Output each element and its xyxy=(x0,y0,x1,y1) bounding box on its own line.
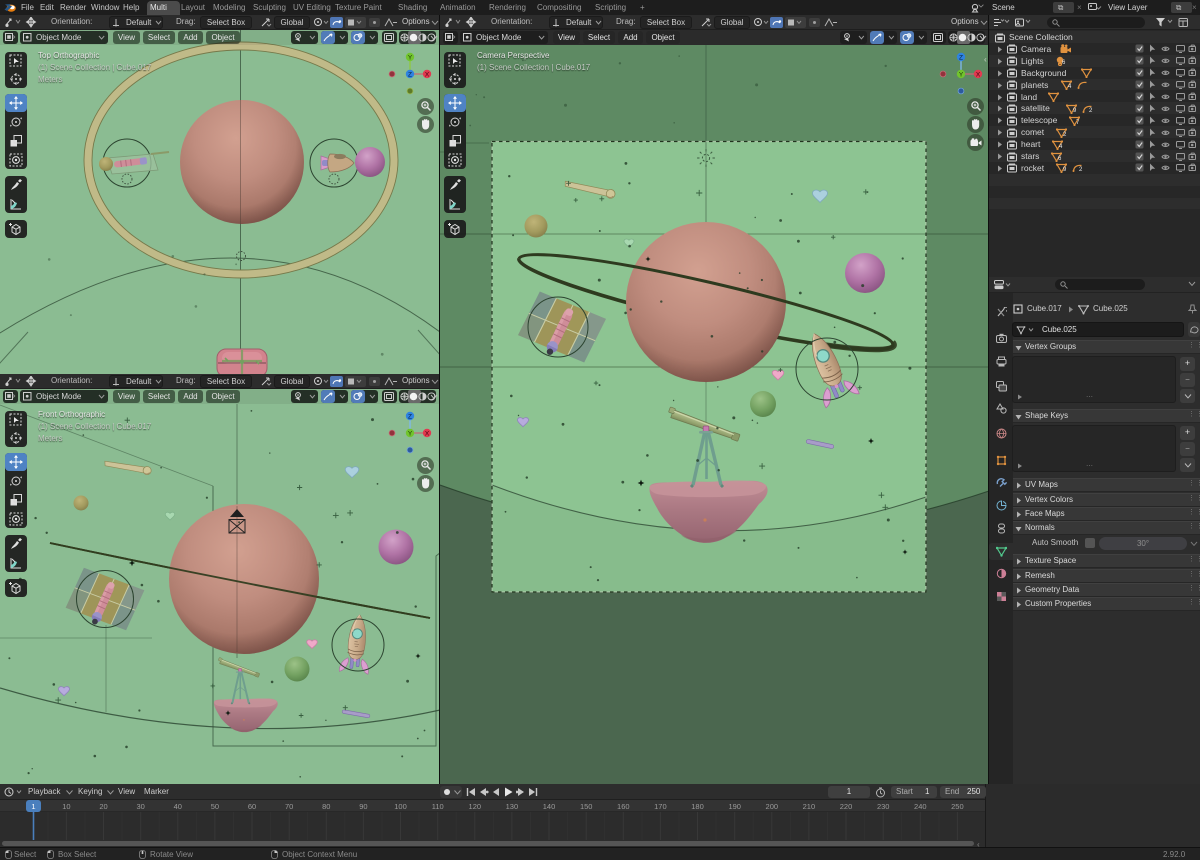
svg-text:60: 60 xyxy=(248,802,256,811)
svg-text:X: X xyxy=(425,72,430,79)
svg-text:140: 140 xyxy=(543,802,556,811)
svg-text:250: 250 xyxy=(951,802,964,811)
svg-text:Z: Z xyxy=(408,414,412,421)
svg-text:110: 110 xyxy=(432,802,444,811)
svg-text:50: 50 xyxy=(211,802,219,811)
svg-text:30: 30 xyxy=(137,802,145,811)
svg-text:150: 150 xyxy=(580,802,593,811)
svg-text:1: 1 xyxy=(31,802,35,811)
svg-text:160: 160 xyxy=(617,802,630,811)
svg-text:180: 180 xyxy=(691,802,704,811)
svg-text:240: 240 xyxy=(914,802,927,811)
svg-text:Y: Y xyxy=(959,72,964,79)
svg-text:70: 70 xyxy=(285,802,293,811)
svg-text:190: 190 xyxy=(728,802,741,811)
svg-text:120: 120 xyxy=(469,802,482,811)
svg-text:130: 130 xyxy=(506,802,519,811)
svg-text:Y: Y xyxy=(408,55,413,62)
svg-text:220: 220 xyxy=(840,802,853,811)
svg-text:90: 90 xyxy=(359,802,367,811)
svg-text:20: 20 xyxy=(99,802,107,811)
svg-text:10: 10 xyxy=(62,802,70,811)
svg-text:210: 210 xyxy=(803,802,816,811)
svg-text:Z: Z xyxy=(408,72,412,79)
svg-text:X: X xyxy=(425,431,430,438)
svg-text:Z: Z xyxy=(959,55,963,62)
svg-text:Y: Y xyxy=(408,431,413,438)
svg-text:100: 100 xyxy=(394,802,407,811)
svg-text:80: 80 xyxy=(322,802,330,811)
svg-text:200: 200 xyxy=(766,802,779,811)
svg-text:230: 230 xyxy=(877,802,890,811)
svg-text:40: 40 xyxy=(174,802,182,811)
svg-text:X: X xyxy=(976,72,981,79)
svg-text:170: 170 xyxy=(654,802,667,811)
